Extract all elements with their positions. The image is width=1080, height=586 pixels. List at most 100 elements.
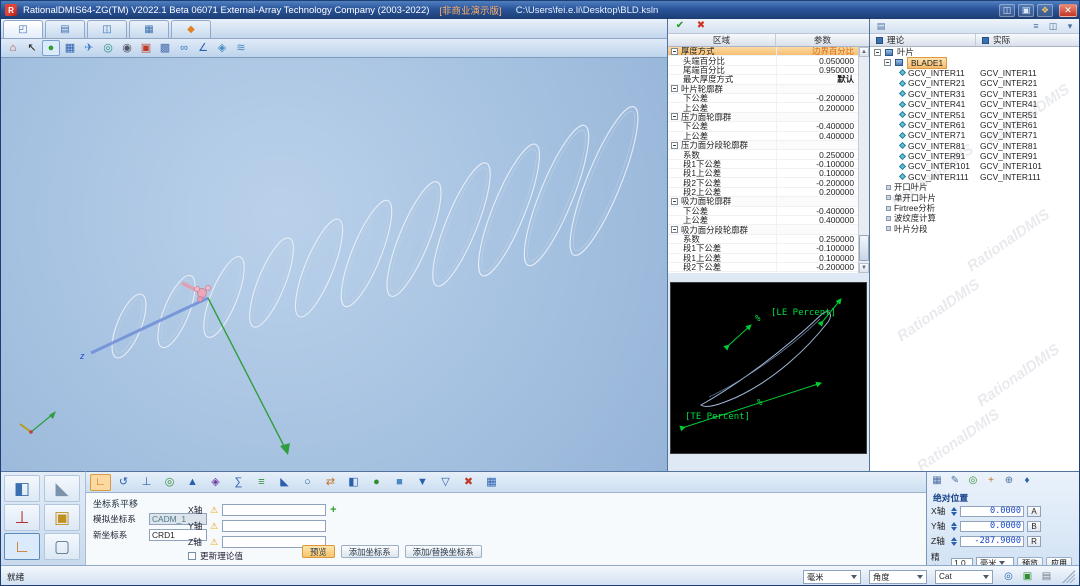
param-row[interactable]: 压力面轮廓群: [668, 113, 858, 122]
csys-view-icon[interactable]: ◎: [99, 40, 117, 56]
axis-point-icon[interactable]: ◎: [159, 474, 180, 491]
probe-status-icon[interactable]: ◎: [1001, 570, 1016, 584]
snapshot-icon[interactable]: ▣: [137, 40, 155, 56]
collapse-icon[interactable]: [671, 198, 678, 205]
param-row[interactable]: 系数 0.250000: [668, 150, 858, 159]
probe-mode-icon[interactable]: ●: [42, 40, 60, 56]
tab-theory[interactable]: 理论: [870, 34, 976, 46]
tree-node-section[interactable]: GCV_INTER91 GCV_INTER91: [870, 151, 1080, 161]
edit-icon[interactable]: ✎: [947, 474, 963, 488]
stepper-icon[interactable]: [951, 522, 957, 531]
tab-actual[interactable]: 实际: [976, 34, 1080, 46]
probe-pos-icon[interactable]: ⊕: [1001, 474, 1017, 488]
tree-node-section[interactable]: GCV_INTER61 GCV_INTER61: [870, 120, 1080, 130]
close-button[interactable]: ✕: [1059, 4, 1077, 17]
param-row[interactable]: 段2上公差 0.200000: [668, 188, 858, 197]
mirror-icon[interactable]: ◧: [343, 474, 364, 491]
apply-icon[interactable]: ✔: [673, 20, 687, 33]
param-row[interactable]: 压力面分段轮廓群: [668, 141, 858, 150]
grid-snap-icon[interactable]: ▦: [929, 474, 945, 488]
cancel-icon[interactable]: ✖: [694, 20, 708, 33]
view-reset-icon[interactable]: ⌂: [4, 40, 22, 56]
collapse-icon[interactable]: [671, 113, 678, 120]
part-csys-icon[interactable]: ■: [389, 474, 410, 491]
unit-angle-select[interactable]: 角度: [869, 570, 927, 584]
scroll-down-icon[interactable]: ▼: [859, 263, 869, 273]
save-csys-icon[interactable]: ▼: [412, 474, 433, 491]
param-row[interactable]: 段1上公差 0.100000: [668, 254, 858, 263]
bestfit-icon[interactable]: ◈: [205, 474, 226, 491]
tree-node-section[interactable]: GCV_INTER81 GCV_INTER81: [870, 141, 1080, 151]
rps-icon[interactable]: ≡: [251, 474, 272, 491]
collapse-icon[interactable]: [874, 49, 881, 56]
fly-view-icon[interactable]: ✈: [80, 40, 98, 56]
stepper-icon[interactable]: [951, 537, 957, 546]
plane-line-point-icon[interactable]: ◣: [274, 474, 295, 491]
collapse-icon[interactable]: [671, 226, 678, 233]
link-icon[interactable]: ∞: [175, 40, 193, 56]
param-row[interactable]: 叶片轮廓群: [668, 85, 858, 94]
param-row[interactable]: 吸力面分段轮廓群: [668, 225, 858, 234]
machine-icon[interactable]: ▣: [44, 504, 80, 531]
world-csys-icon[interactable]: ●: [366, 474, 387, 491]
tab-blade[interactable]: ◆: [171, 20, 211, 38]
viewport-3d[interactable]: z: [1, 58, 667, 471]
plane-axis-icon[interactable]: ⊥: [136, 474, 157, 491]
tree-node-blade-root[interactable]: 叶片: [870, 47, 1080, 57]
param-row[interactable]: 段1上公差 0.100000: [668, 169, 858, 178]
param-row[interactable]: 最大厚度方式 默认: [668, 75, 858, 84]
section-icon[interactable]: ≋: [232, 40, 250, 56]
tree-node-section[interactable]: GCV_INTER51 GCV_INTER51: [870, 109, 1080, 119]
joystick-icon[interactable]: ♦: [1019, 474, 1035, 488]
param-row[interactable]: 下公差 -0.200000: [668, 94, 858, 103]
scroll-up-icon[interactable]: ▲: [859, 47, 869, 57]
stepper-icon[interactable]: [951, 507, 957, 516]
wireframe-icon[interactable]: ◈: [213, 40, 231, 56]
param-row[interactable]: 上公差 0.400000: [668, 132, 858, 141]
three-two-one-icon[interactable]: ▲: [182, 474, 203, 491]
camera-icon[interactable]: ▢: [44, 533, 80, 560]
csys-manager-icon[interactable]: ▦: [481, 474, 502, 491]
param-row[interactable]: 段1下公差 -0.100000: [668, 160, 858, 169]
eye-icon[interactable]: ◉: [118, 40, 136, 56]
csys-rotate-icon[interactable]: ↺: [113, 474, 134, 491]
preview-button[interactable]: 预览: [302, 545, 335, 558]
window-cascade-icon[interactable]: ▣: [1018, 4, 1034, 17]
tree-node-section[interactable]: GCV_INTER21 GCV_INTER21: [870, 78, 1080, 88]
param-row[interactable]: 段2下公差 -0.200000: [668, 263, 858, 272]
add-csys-button[interactable]: 添加坐标系: [341, 545, 399, 558]
param-row[interactable]: 厚度方式 边界百分比: [668, 47, 858, 56]
tree-node-section[interactable]: GCV_INTER101 GCV_INTER101: [870, 161, 1080, 171]
x-offset-field[interactable]: [222, 504, 326, 516]
delete-csys-icon[interactable]: ✖: [458, 474, 479, 491]
select-cursor-icon[interactable]: ↖: [23, 40, 41, 56]
cylinder-axis-icon[interactable]: ○: [297, 474, 318, 491]
param-row[interactable]: 段1下公差 -0.100000: [668, 244, 858, 253]
target-icon[interactable]: ◎: [965, 474, 981, 488]
iterate-icon[interactable]: ∑: [228, 474, 249, 491]
csys-dock-icon[interactable]: ∟: [4, 533, 40, 560]
param-row[interactable]: 系数 0.250000: [668, 235, 858, 244]
tree-node-analysis[interactable]: 叶片分段: [870, 224, 1080, 234]
param-row[interactable]: 上公差 0.200000: [668, 103, 858, 112]
recall-csys-icon[interactable]: ▽: [435, 474, 456, 491]
param-row[interactable]: 上公差 0.400000: [668, 216, 858, 225]
view-cube-icon[interactable]: ◧: [4, 475, 40, 502]
save-icon[interactable]: ▦: [61, 40, 79, 56]
fixture-wedge-icon[interactable]: ◣: [44, 475, 80, 502]
csys-translate-icon[interactable]: ∟: [90, 474, 111, 491]
help-paw-icon[interactable]: ❖: [1037, 4, 1053, 17]
param-row[interactable]: 下公差 -0.400000: [668, 122, 858, 131]
title-bar[interactable]: R RationalDMIS64-ZG(TM) V2022.1 Beta 060…: [1, 1, 1080, 19]
filter-icon[interactable]: ◫: [1046, 20, 1060, 33]
tab-workspace[interactable]: ◰: [3, 20, 43, 38]
tree-node-section[interactable]: GCV_INTER41 GCV_INTER41: [870, 99, 1080, 109]
tree-node-section[interactable]: GCV_INTER11 GCV_INTER11: [870, 68, 1080, 78]
grid-icon[interactable]: ▩: [156, 40, 174, 56]
tree-node-section[interactable]: GCV_INTER31 GCV_INTER31: [870, 89, 1080, 99]
tab-report[interactable]: ▦: [129, 20, 169, 38]
param-row[interactable]: 头端百分比 0.050000: [668, 56, 858, 65]
tab-model[interactable]: ▤: [45, 20, 85, 38]
pin-icon[interactable]: ▾: [1063, 20, 1077, 33]
category-select[interactable]: Cat: [935, 570, 993, 584]
